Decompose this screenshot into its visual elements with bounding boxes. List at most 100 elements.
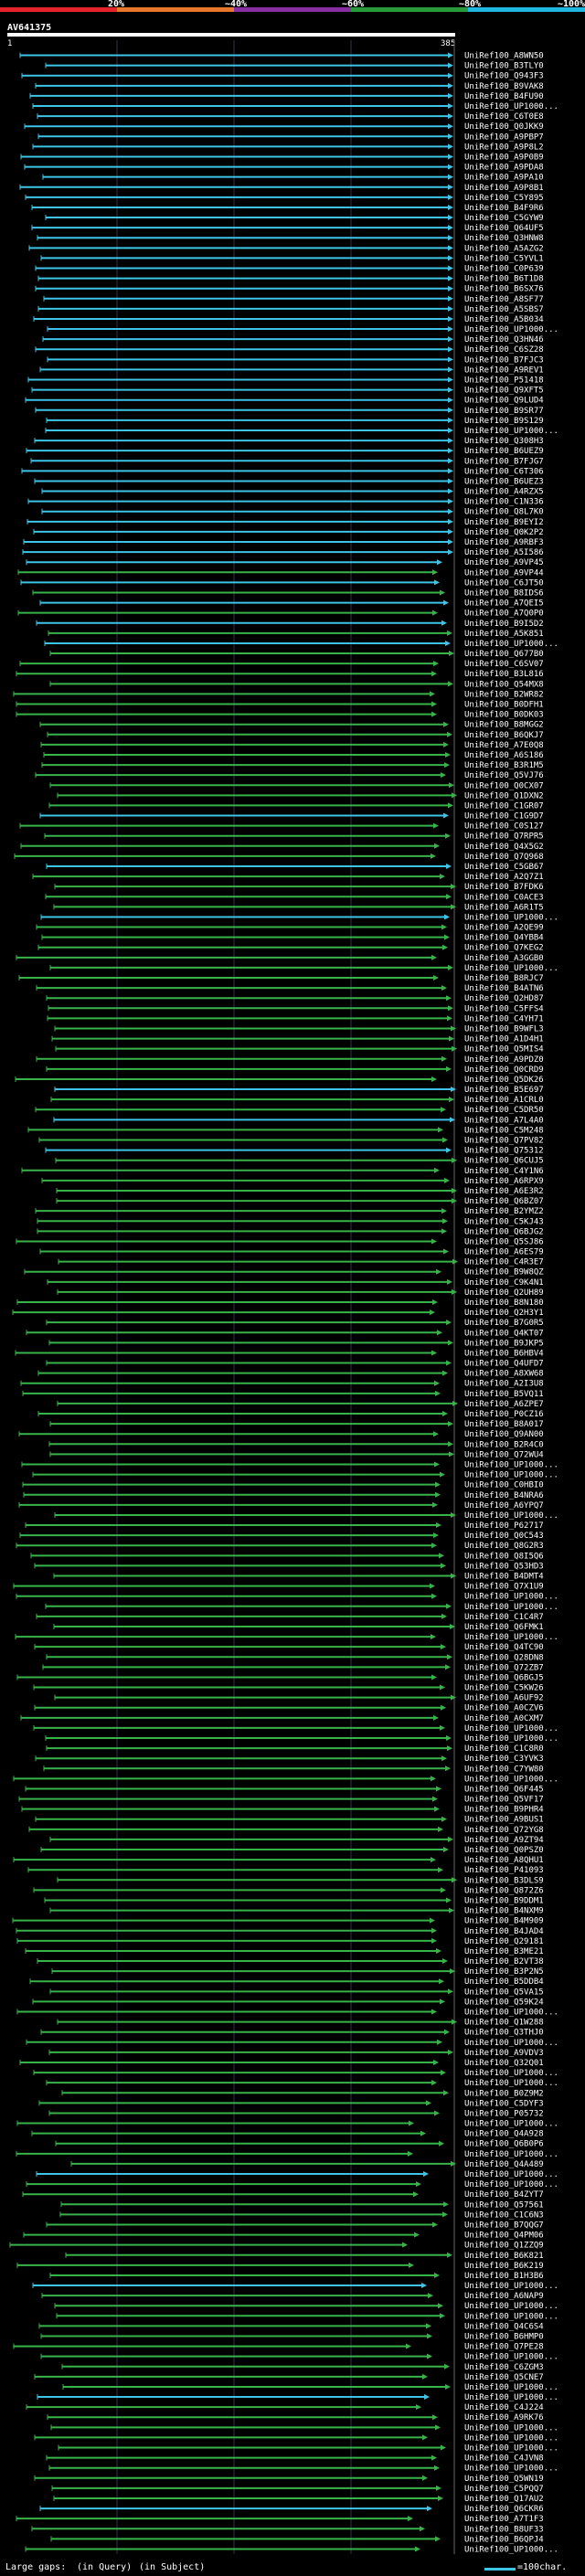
alignment-arrow: [440, 2313, 445, 2319]
subject-label: UniRef100_B5DDB4: [464, 1977, 544, 1987]
alignment-arrow: [448, 387, 453, 393]
alignment-arrow: [408, 2150, 413, 2157]
subject-label: UniRef100_UP1000...: [464, 1775, 558, 1784]
subject-label: UniRef100_B6HBV4: [464, 1349, 544, 1358]
subject-label: UniRef100_A9REV1: [464, 366, 544, 375]
subject-label: UniRef100_UP1000...: [464, 2180, 558, 2189]
subject-label: UniRef100_UP1000...: [464, 2150, 558, 2159]
subject-label: UniRef100_UP1000...: [464, 2465, 558, 2474]
subject-label: UniRef100_Q1DXN2: [464, 791, 544, 800]
alignment-arrow: [448, 964, 453, 970]
subject-label: UniRef100_C5Y895: [464, 194, 544, 203]
scale-segment: [0, 7, 117, 12]
alignment-arrow: [434, 2465, 440, 2471]
alignment-arrow: [448, 468, 453, 474]
alignment-arrow: [406, 2343, 411, 2349]
subject-label: UniRef100_B4FU90: [464, 92, 544, 101]
alignment-arrow: [446, 894, 452, 900]
alignment-arrow: [438, 2303, 443, 2309]
subject-label: UniRef100_A5I586: [464, 548, 544, 557]
alignment-arrow: [441, 2070, 446, 2076]
alignment-arrow: [448, 215, 453, 221]
alignment-arrow: [448, 154, 453, 160]
alignment-arrow: [448, 407, 453, 413]
subject-label: UniRef100_UP1000...: [464, 427, 558, 436]
alignment-arrow: [431, 853, 436, 859]
subject-label: UniRef100_A9VP44: [464, 568, 544, 578]
query-bar: [7, 33, 455, 37]
subject-label: UniRef100_UP1000...: [464, 2282, 558, 2291]
alignment-arrow: [434, 1167, 440, 1173]
scale-tick-label: ~100%: [558, 0, 585, 9]
alignment-arrow: [444, 2029, 450, 2035]
subject-label: UniRef100_B7FJG7: [464, 457, 544, 466]
alignment-arrow: [441, 772, 446, 779]
alignment-arrow: [432, 1299, 438, 1305]
alignment-arrow: [438, 1826, 443, 1832]
alignment-arrow: [436, 1786, 441, 1792]
subject-label: UniRef100_UP1000...: [464, 2170, 558, 2179]
subject-label: UniRef100_C5DR50: [464, 1106, 544, 1115]
alignment-arrow: [441, 1563, 446, 1569]
subject-label: UniRef100_UP1000...: [464, 2120, 558, 2129]
subject-label: UniRef100_Q872Z6: [464, 1886, 544, 1895]
alignment-arrow: [436, 2485, 441, 2491]
subject-label: UniRef100_A9P8L2: [464, 143, 544, 152]
subject-label: UniRef100_C4R3E7: [464, 1258, 544, 1267]
alignment-arrow: [448, 82, 453, 89]
alignment-arrow: [448, 315, 453, 322]
alignment-arrow: [427, 2353, 432, 2359]
alignment-arrow: [431, 1593, 437, 1599]
subject-label: UniRef100_Q943F3: [464, 72, 544, 81]
alignment-arrow: [433, 1714, 439, 1721]
alignment-arrow: [452, 1258, 458, 1265]
scale-tick-label: 20%: [108, 0, 124, 9]
alignment-arrow: [448, 326, 453, 333]
subject-label: UniRef100_A5AZG2: [464, 244, 544, 253]
large-gaps-label: Large gaps:: [5, 2562, 67, 2572]
subject-label: UniRef100_A6ES79: [464, 1248, 544, 1257]
subject-label: UniRef100_B9I5D2: [464, 620, 544, 629]
alignment-arrow: [432, 2221, 438, 2228]
subject-label: UniRef100_Q2HD87: [464, 994, 544, 1003]
subject-label: UniRef100_Q0PSZ0: [464, 1846, 544, 1855]
subject-label: UniRef100_UP1000...: [464, 913, 558, 922]
in-query-label: (in Query): [77, 2562, 133, 2572]
alignment-arrow: [447, 630, 452, 636]
alignment-arrow: [446, 995, 452, 1002]
subject-label: UniRef100_C0P639: [464, 265, 544, 274]
alignment-arrow: [448, 123, 453, 130]
subject-label: UniRef100_B1H3B6: [464, 2272, 544, 2281]
alignment-arrow: [446, 863, 452, 869]
alignment-arrow: [448, 1441, 453, 1447]
alignment-arrow: [441, 2444, 446, 2451]
alignment-arrow: [448, 194, 453, 200]
subject-label: UniRef100_C6T0E8: [464, 112, 544, 122]
subject-label: UniRef100_C5GYW9: [464, 214, 544, 223]
scale-segment: [234, 7, 351, 12]
subject-label: UniRef100_B6QKJ7: [464, 731, 544, 740]
alignment-arrow: [441, 1228, 447, 1235]
alignment-arrow: [440, 1684, 445, 1691]
alignment-arrow: [431, 1674, 437, 1680]
alignment-arrow: [441, 985, 447, 991]
alignment-arrow: [431, 1350, 437, 1356]
alignment-arrow: [439, 1553, 444, 1559]
subject-label: UniRef100_B5E697: [464, 1086, 544, 1095]
alignment-arrow: [433, 1431, 439, 1437]
subject-label: UniRef100_B6QPJ4: [464, 2535, 544, 2544]
subject-label: UniRef100_UP1000...: [464, 325, 558, 334]
alignment-arrow: [426, 2100, 431, 2106]
subject-label: UniRef100_Q53HD3: [464, 1562, 544, 1571]
alignment-arrow: [432, 1796, 438, 1802]
legend-scale-label: =100char.: [517, 2562, 568, 2572]
alignment-arrow: [422, 2434, 428, 2441]
alignment-arrow: [435, 1481, 441, 1488]
subject-label: UniRef100_Q54MX8: [464, 680, 544, 689]
subject-label: UniRef100_Q75312: [464, 1147, 544, 1156]
alignment-plot: 20% ~40% ~60% ~80% ~100% AV641375 1 385 UniRef10…: [0, 0, 585, 2554]
subject-label: UniRef100_B9S129: [464, 417, 544, 426]
alignment-arrow: [416, 2181, 421, 2188]
alignment-arrow: [448, 225, 453, 231]
alignment-arrow: [442, 1411, 448, 1417]
